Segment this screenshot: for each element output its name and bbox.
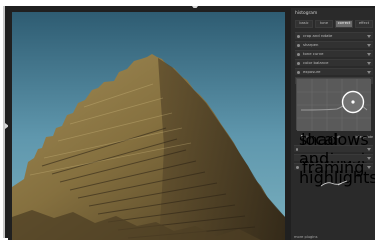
tab-tone[interactable]: tone xyxy=(315,20,333,28)
tab-basic[interactable]: basic xyxy=(295,20,313,28)
chevron-down-icon[interactable] xyxy=(367,44,371,47)
module-dot-icon xyxy=(297,61,300,65)
photo-preview xyxy=(12,12,285,240)
panel-tabs: basic tone correct effect xyxy=(295,20,373,28)
chevron-down-icon[interactable] xyxy=(367,62,371,65)
module-label: tone curve xyxy=(303,51,324,57)
signature-mark xyxy=(320,174,350,187)
signature-icon xyxy=(320,180,348,187)
tab-effect[interactable]: effect xyxy=(355,20,373,28)
module-dot-icon xyxy=(297,70,300,74)
chevron-down-icon[interactable] xyxy=(367,53,371,56)
module-dot-icon xyxy=(296,147,298,151)
module-dot-icon xyxy=(297,34,300,38)
module-row[interactable]: exposure xyxy=(295,68,373,75)
more-plugins-link[interactable]: more plugins xyxy=(294,235,317,239)
module-label: exposure xyxy=(303,69,321,75)
frame-edge xyxy=(3,6,5,238)
curve-editor[interactable] xyxy=(296,78,371,131)
chevron-down-icon[interactable] xyxy=(367,157,371,160)
module-label: color balance xyxy=(303,60,329,66)
lower-module-list: local contrast shadows and highlights fr… xyxy=(294,130,375,187)
module-dot-icon xyxy=(297,52,300,56)
module-row[interactable]: sharpen xyxy=(295,41,373,48)
module-label: sharpen xyxy=(303,42,319,48)
chevron-down-icon[interactable] xyxy=(367,35,371,38)
module-dot-icon xyxy=(296,165,299,169)
module-row[interactable]: color balance xyxy=(295,59,373,66)
module-row[interactable]: tone curve xyxy=(295,50,373,57)
module-dot-icon xyxy=(297,43,300,47)
editor-app: histogram basic tone correct effect crop… xyxy=(0,0,375,242)
tab-correct[interactable]: correct xyxy=(335,20,353,28)
module-row[interactable]: crop and rotate xyxy=(295,32,373,39)
curve-graph[interactable] xyxy=(297,79,371,131)
chevron-down-icon[interactable] xyxy=(367,71,371,74)
rock-photo xyxy=(12,12,285,240)
panel-title: histogram xyxy=(295,11,318,16)
module-label: crop and rotate xyxy=(303,33,333,39)
chevron-down-icon[interactable] xyxy=(367,166,371,169)
module-row[interactable]: framing xyxy=(294,158,373,177)
